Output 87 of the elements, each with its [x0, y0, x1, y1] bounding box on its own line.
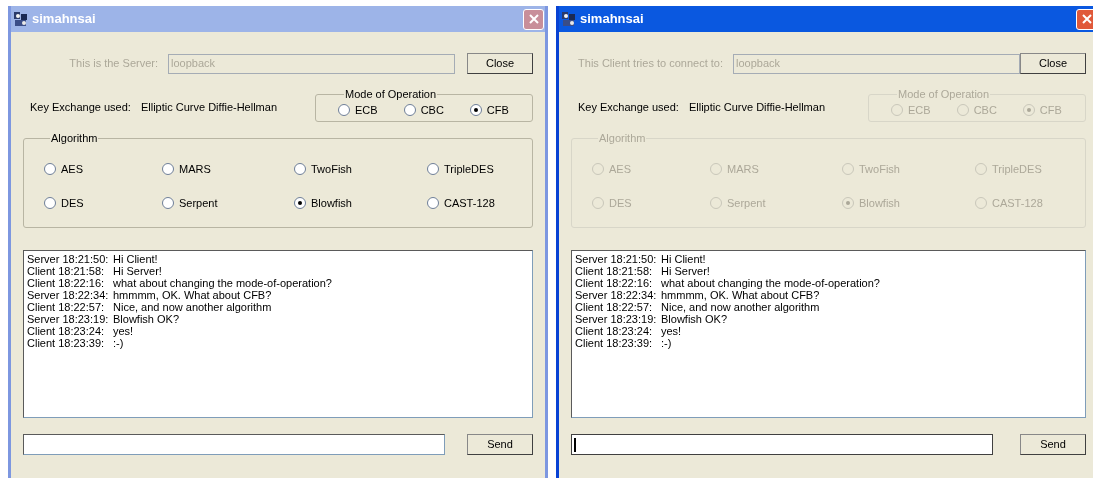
close-icon[interactable] — [1076, 8, 1093, 30]
radio-label: DES — [609, 196, 632, 211]
radio-label: AES — [61, 161, 83, 177]
close-button[interactable]: Close — [1020, 53, 1086, 74]
radio-label: CAST-128 — [992, 196, 1043, 211]
message-sender: Client 18:23:24: — [575, 325, 654, 337]
send-button[interactable]: Send — [1020, 434, 1086, 455]
radio-label: Serpent — [179, 196, 218, 211]
radio-label: CFB — [486, 103, 509, 118]
radio-button[interactable] — [44, 197, 56, 210]
radio-label: Blowfish — [859, 196, 900, 211]
app-icon — [561, 11, 577, 27]
message-sender: Client 18:23:39: — [575, 337, 654, 349]
message-text: Hi Client! — [113, 253, 158, 265]
radio-label: TwoFish — [311, 161, 352, 177]
radio-label: ECB — [908, 103, 931, 118]
message-text: hmmmm, OK. What about CFB? — [661, 289, 820, 301]
message-text: what about changing the mode-of-operation? — [661, 277, 880, 289]
radio-label: TwoFish — [859, 161, 900, 177]
message-sender: Client 18:23:39: — [27, 337, 106, 349]
radio-label: TripleDES — [444, 161, 494, 177]
host-label: This is the Server: — [68, 56, 158, 72]
message-sender: Client 18:22:57: — [575, 301, 654, 313]
message-input[interactable] — [23, 434, 445, 455]
message-text: yes! — [661, 325, 682, 337]
radio-label: Serpent — [727, 196, 766, 211]
message-text: Blowfish OK? — [661, 313, 728, 325]
message-sender: Server 18:21:50: — [27, 253, 110, 265]
message-sender: Client 18:22:16: — [27, 277, 106, 289]
key-exchange-label: Key Exchange used: — [30, 99, 131, 115]
radio-button[interactable] — [469, 104, 482, 117]
radio-button[interactable] — [403, 104, 416, 117]
close-icon[interactable] — [523, 8, 544, 30]
close-button[interactable]: Close — [467, 53, 533, 74]
radio-label: CBC — [420, 103, 444, 118]
key-exchange-value: Elliptic Curve Diffie-Hellman — [140, 99, 278, 115]
app-icon — [13, 11, 29, 27]
group-title: Mode of Operation — [344, 87, 438, 102]
message-sender: Server 18:23:19: — [27, 313, 110, 325]
key-exchange-label: Key Exchange used: — [578, 99, 679, 115]
window-title: simahnsai — [580, 10, 645, 29]
message-sender: Server 18:22:34: — [575, 289, 658, 301]
host-label: This Client tries to connect to: — [577, 56, 723, 72]
radio-label: ECB — [355, 103, 378, 118]
radio-button[interactable] — [427, 197, 439, 210]
message-text: :-) — [113, 337, 124, 349]
radio-button[interactable] — [162, 197, 174, 210]
group-title: Algorithm — [50, 131, 99, 146]
radio-label: AES — [609, 161, 631, 177]
message-text: hmmmm, OK. What about CFB? — [113, 289, 272, 301]
message-text: Hi Client! — [661, 253, 706, 265]
radio-label: MARS — [179, 161, 211, 177]
message-input[interactable] — [571, 434, 993, 455]
message-text: Nice, and now another algorithm — [113, 301, 272, 313]
window-title: simahnsai — [32, 10, 97, 29]
message-sender: Client 18:21:58: — [575, 265, 654, 277]
radio-label: CBC — [973, 103, 997, 118]
radio-label: CAST-128 — [444, 196, 495, 211]
message-text: yes! — [113, 325, 134, 337]
group-title: Algorithm — [598, 131, 647, 146]
radio-label: MARS — [727, 161, 759, 177]
message-sender: Server 18:22:34: — [27, 289, 110, 301]
radio-button[interactable] — [44, 162, 56, 175]
radio-label: DES — [61, 196, 84, 211]
message-text: :-) — [661, 337, 672, 349]
message-text: Blowfish OK? — [113, 313, 180, 325]
message-text: Hi Server! — [661, 265, 710, 277]
radio-button[interactable] — [338, 104, 350, 117]
radio-button[interactable] — [162, 162, 174, 175]
key-exchange-value: Elliptic Curve Diffie-Hellman — [688, 99, 826, 115]
radio-label: CFB — [1039, 103, 1062, 118]
message-sender: Server 18:21:50: — [575, 253, 658, 265]
message-sender: Client 18:23:24: — [27, 325, 106, 337]
radio-button[interactable] — [427, 162, 439, 175]
message-sender: Server 18:23:19: — [575, 313, 658, 325]
message-sender: Client 18:21:58: — [27, 265, 106, 277]
send-button[interactable]: Send — [467, 434, 533, 455]
message-text: Hi Server! — [113, 265, 162, 277]
radio-button[interactable] — [294, 162, 306, 175]
radio-label: TripleDES — [992, 161, 1042, 177]
message-text: Nice, and now another algorithm — [661, 301, 820, 313]
message-text: what about changing the mode-of-operation? — [113, 277, 332, 289]
message-sender: Client 18:22:57: — [27, 301, 106, 313]
radio-button[interactable] — [294, 197, 306, 210]
group-title: Mode of Operation — [897, 87, 991, 102]
radio-label: Blowfish — [311, 196, 352, 211]
message-sender: Client 18:22:16: — [575, 277, 654, 289]
